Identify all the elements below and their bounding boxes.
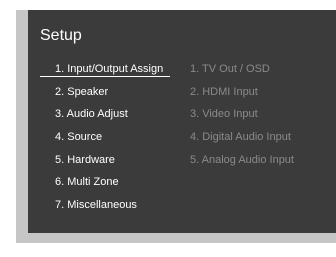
menu-item-audio-adjust[interactable]: 3. Audio Adjust [55,106,163,129]
menu-item-multi-zone[interactable]: 6. Multi Zone [55,174,163,197]
submenu: 1. TV Out / OSD 2. HDMI Input 3. Video I… [190,61,294,174]
page-title: Setup [40,27,82,44]
submenu-item-analog-audio-input[interactable]: 5. Analog Audio Input [190,152,294,175]
submenu-item-digital-audio-input[interactable]: 4. Digital Audio Input [190,129,294,152]
menu-item-hardware[interactable]: 5. Hardware [55,152,163,175]
menu-item-source[interactable]: 4. Source [55,129,163,152]
main-menu: 1. Input/Output Assign 2. Speaker 3. Aud… [39,61,171,220]
menu-item-input-output-assign[interactable]: 1. Input/Output Assign [39,61,171,84]
menu-item-miscellaneous[interactable]: 7. Miscellaneous [55,197,163,220]
submenu-item-hdmi-input[interactable]: 2. HDMI Input [190,84,294,107]
submenu-item-tv-out-osd[interactable]: 1. TV Out / OSD [190,61,294,84]
submenu-item-video-input[interactable]: 3. Video Input [190,106,294,129]
menu-item-speaker[interactable]: 2. Speaker [55,84,163,107]
